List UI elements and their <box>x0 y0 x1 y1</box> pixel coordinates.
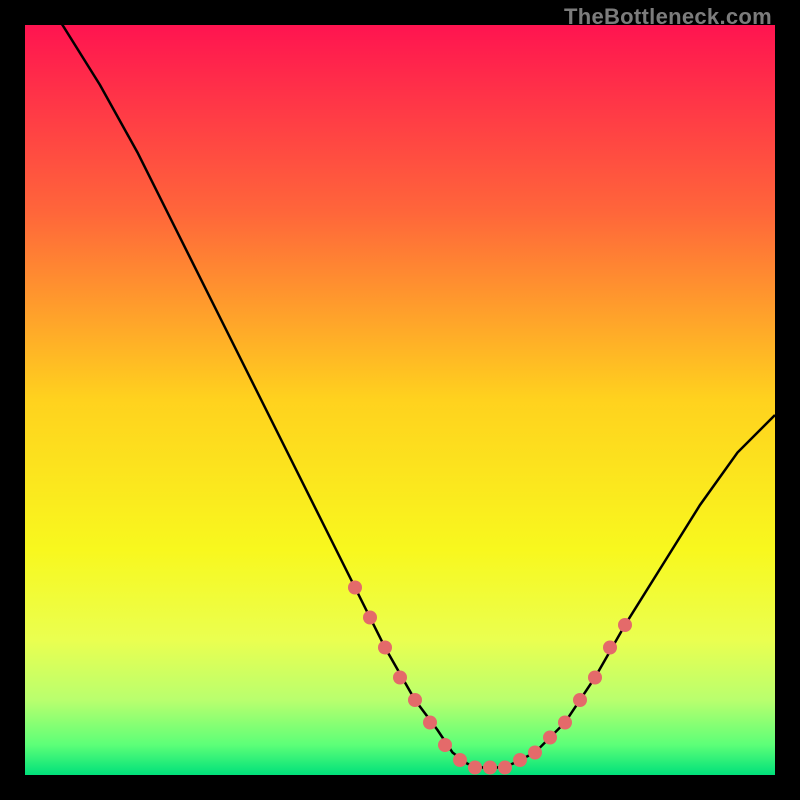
highlight-dot <box>513 753 527 767</box>
highlight-dot <box>498 761 512 775</box>
highlight-dot <box>408 693 422 707</box>
highlight-dot <box>393 671 407 685</box>
highlight-dot <box>438 738 452 752</box>
highlight-dot <box>483 761 497 775</box>
highlight-dot <box>603 641 617 655</box>
highlight-dot <box>618 618 632 632</box>
gradient-background <box>25 25 775 775</box>
highlight-dot <box>528 746 542 760</box>
highlight-dot <box>453 753 467 767</box>
watermark-text: TheBottleneck.com <box>564 4 772 30</box>
highlight-dot <box>378 641 392 655</box>
chart-svg <box>25 25 775 775</box>
highlight-dot <box>573 693 587 707</box>
chart-area <box>25 25 775 775</box>
highlight-dot <box>423 716 437 730</box>
highlight-dot <box>588 671 602 685</box>
highlight-dot <box>363 611 377 625</box>
highlight-dot <box>558 716 572 730</box>
highlight-dot <box>348 581 362 595</box>
highlight-dot <box>468 761 482 775</box>
highlight-dot <box>543 731 557 745</box>
